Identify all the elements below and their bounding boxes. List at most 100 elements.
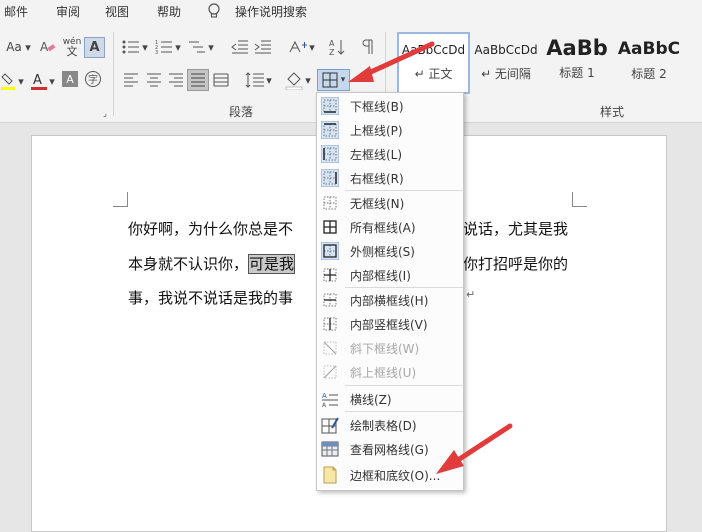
align-left-icon[interactable] xyxy=(122,72,140,88)
menu-item-label: 左框线(L) xyxy=(350,147,403,162)
text-run: 你打招呼是你的 xyxy=(463,255,569,273)
menu-item-label: 无框线(N) xyxy=(350,196,405,211)
right-border-icon xyxy=(320,168,340,188)
menu-item-no-border[interactable]: 无框线(N) xyxy=(317,191,463,215)
menu-item-right-border[interactable]: 右框线(R) xyxy=(317,166,463,190)
inside-vertical-border-icon xyxy=(321,315,339,333)
menu-view[interactable]: 视图 xyxy=(105,3,129,20)
menu-separator xyxy=(345,411,463,412)
bullets-icon[interactable] xyxy=(122,38,140,56)
character-shading-icon[interactable]: A xyxy=(62,71,78,87)
phonetic-guide-button[interactable]: wén 文 xyxy=(61,35,83,59)
chevron-down-icon: ▾ xyxy=(340,75,346,85)
menu-item-borders-and-shading[interactable]: 边框和底纹(O)... xyxy=(317,463,463,487)
style-preview: AaBbCcDd xyxy=(474,43,538,57)
menu-help[interactable]: 帮助 xyxy=(157,3,181,20)
style-no-spacing[interactable]: AaBbCcDd ↵ 无间隔 xyxy=(472,32,540,94)
style-heading-2[interactable]: AaBbC 标题 2 xyxy=(614,32,684,94)
shading-icon[interactable] xyxy=(284,69,304,91)
svg-text:A: A xyxy=(322,402,327,408)
all-borders-icon xyxy=(321,218,339,236)
sort-icon[interactable]: AZ xyxy=(328,37,346,57)
chevron-down-icon[interactable]: ▾ xyxy=(304,72,312,88)
text-run: 事，我说不说话是我的事 xyxy=(128,289,294,307)
menu-item-label: 下框线(B) xyxy=(350,99,404,114)
menu-item-view-gridlines[interactable]: 查看网格线(G) xyxy=(317,437,463,461)
menu-item-label: 边框和底纹(O)... xyxy=(350,468,441,483)
menu-item-outside-borders[interactable]: 外侧框线(S) xyxy=(317,239,463,263)
svg-text:字: 字 xyxy=(88,73,98,86)
chevron-down-icon[interactable]: ▾ xyxy=(141,39,149,55)
svg-text:3: 3 xyxy=(155,50,158,55)
clear-format-icon[interactable]: A xyxy=(38,37,58,57)
menu-item-label: 斜下框线(W) xyxy=(350,341,420,356)
menu-item-left-border[interactable]: 左框线(L) xyxy=(317,142,463,166)
diagonal-up-border-icon xyxy=(321,363,339,381)
style-heading-1[interactable]: AaBb 标题 1 xyxy=(544,32,610,94)
chevron-down-icon[interactable]: ▾ xyxy=(265,72,273,88)
show-marks-icon[interactable] xyxy=(358,37,376,57)
chevron-down-icon[interactable]: ▾ xyxy=(308,39,316,55)
top-border-icon xyxy=(320,120,340,140)
text-line-1-tail[interactable]: 说话，尤其是我 xyxy=(463,218,568,239)
style-name: ↵ 正文 xyxy=(414,67,453,81)
menu-item-top-border[interactable]: 上框线(P) xyxy=(317,118,463,142)
borders-dropdown-menu: 下框线(B) 上框线(P) 左框线(L) 右框线(R) 无框线(N) 所有框线(… xyxy=(316,92,464,491)
lightbulb-icon xyxy=(207,3,221,23)
dialog-launcher-icon[interactable]: ⌟ xyxy=(100,108,110,118)
multilevel-list-icon[interactable] xyxy=(188,38,206,56)
chevron-down-icon[interactable]: ▾ xyxy=(174,39,182,55)
menu-item-inside-borders[interactable]: 内部框线(I) xyxy=(317,263,463,287)
style-preview: AaBbC xyxy=(617,39,681,59)
tell-me-search[interactable]: 操作说明搜索 xyxy=(235,3,307,20)
menu-item-diagonal-down-border: 斜下框线(W) xyxy=(317,336,463,360)
menu-review[interactable]: 审阅 xyxy=(56,3,80,20)
font-color-icon[interactable]: A xyxy=(30,70,48,92)
margin-corner-mark xyxy=(572,192,587,207)
menu-item-bottom-border[interactable]: 下框线(B) xyxy=(317,94,463,118)
menu-item-label: 内部竖框线(V) xyxy=(350,317,428,332)
menu-item-inside-horizontal-border[interactable]: 内部横框线(H) xyxy=(317,288,463,312)
style-name: ↵ 无间隔 xyxy=(481,67,531,81)
bottom-border-icon xyxy=(320,96,340,116)
menu-item-label: 外侧框线(S) xyxy=(350,244,415,259)
menu-item-all-borders[interactable]: 所有框线(A) xyxy=(317,215,463,239)
increase-indent-icon[interactable] xyxy=(254,38,272,56)
chevron-down-icon[interactable]: ▾ xyxy=(48,72,56,90)
no-border-icon xyxy=(321,194,339,212)
menu-item-draw-table[interactable]: 绘制表格(D) xyxy=(317,413,463,437)
svg-text:Z: Z xyxy=(329,48,335,57)
menu-item-horizontal-line[interactable]: AA 横线(Z) xyxy=(317,387,463,411)
distributed-icon[interactable] xyxy=(212,72,230,88)
character-border-button[interactable]: A xyxy=(84,37,105,58)
borders-button[interactable]: ▾ xyxy=(317,69,350,91)
menu-item-inside-vertical-border[interactable]: 内部竖框线(V) xyxy=(317,312,463,336)
align-right-icon[interactable] xyxy=(167,72,185,88)
menu-item-label: 右框线(R) xyxy=(350,171,404,186)
group-divider xyxy=(113,32,114,116)
text-line-3[interactable]: 事，我说不说话是我的事 xyxy=(128,287,293,308)
align-center-icon[interactable] xyxy=(145,72,163,88)
highlight-color-icon[interactable] xyxy=(0,70,18,92)
styles-group-label: 样式 xyxy=(600,105,625,119)
text-line-2[interactable]: 本身就不认识你，可是我 xyxy=(128,253,296,274)
decrease-indent-icon[interactable] xyxy=(231,38,249,56)
svg-text:A: A xyxy=(33,73,42,88)
text-line-2-tail[interactable]: 你打招呼是你的 xyxy=(463,253,568,274)
text-run: 你好啊，为什么你总是不 xyxy=(128,220,294,238)
chinese-layout-icon[interactable] xyxy=(287,38,309,56)
chevron-down-icon[interactable]: ▾ xyxy=(207,39,215,55)
line-spacing-icon[interactable] xyxy=(244,70,266,90)
enclose-characters-icon[interactable]: 字 xyxy=(84,70,102,88)
menu-bar: 邮件 审阅 视图 帮助 操作说明搜索 xyxy=(0,0,702,24)
style-normal[interactable]: AaBbCcDd ↵ 正文 xyxy=(397,32,470,94)
chevron-down-icon[interactable]: ▾ xyxy=(24,38,32,56)
menu-mailings[interactable]: 邮件 xyxy=(4,3,28,20)
text-line-1[interactable]: 你好啊，为什么你总是不 xyxy=(128,218,293,239)
text-run: 本身就不认识你， xyxy=(128,255,249,273)
view-gridlines-icon xyxy=(321,440,339,458)
numbering-icon[interactable]: 123 xyxy=(155,38,173,56)
justify-icon[interactable] xyxy=(187,69,209,91)
menu-item-label: 内部框线(I) xyxy=(350,268,411,283)
chevron-down-icon[interactable]: ▾ xyxy=(17,72,25,90)
